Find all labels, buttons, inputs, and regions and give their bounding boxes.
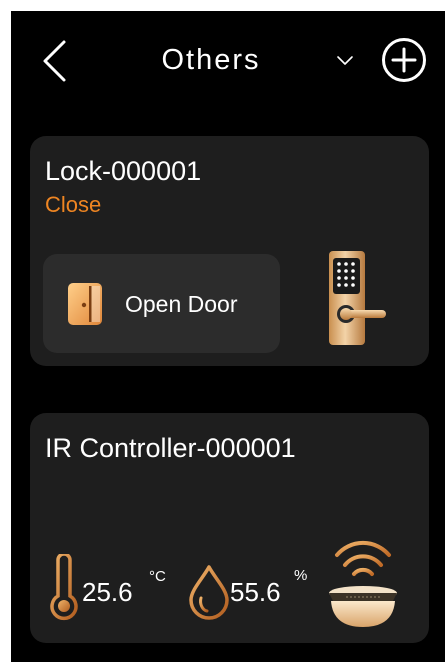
thermometer-icon	[50, 554, 78, 621]
plus-circle-icon	[382, 38, 426, 82]
add-device-button[interactable]	[380, 36, 428, 84]
humidity-unit: %	[294, 567, 308, 584]
humidity-value: 55.6	[230, 577, 281, 607]
lock-card[interactable]: Lock-000001 Close Open Door	[30, 136, 429, 366]
wifi-signal-icon	[335, 540, 391, 576]
lock-device-name: Lock-000001	[45, 156, 202, 186]
header: Others	[11, 11, 445, 111]
page-title: Others	[161, 44, 261, 76]
chevron-left-icon	[43, 40, 66, 82]
open-door-button[interactable]: Open Door	[43, 254, 280, 353]
ir-controller-card[interactable]: IR Controller-000001 25.6 °C 55.6 %	[30, 413, 429, 643]
open-door-label: Open Door	[125, 291, 238, 317]
lock-status: Close	[45, 192, 102, 217]
category-dropdown-button[interactable]	[334, 49, 356, 71]
back-button[interactable]	[38, 39, 72, 83]
door-icon	[68, 283, 102, 325]
temperature-value: 25.6	[82, 577, 133, 607]
smart-lock-image	[329, 251, 386, 345]
ir-device-name: IR Controller-000001	[45, 433, 296, 463]
chevron-down-icon	[337, 56, 353, 65]
humidity-drop-icon	[189, 565, 229, 620]
device-screen: Others Lock-000001 Close Open Door IR Co…	[11, 11, 445, 662]
temperature-unit: °C	[149, 568, 166, 585]
ir-blaster-image	[329, 540, 397, 627]
